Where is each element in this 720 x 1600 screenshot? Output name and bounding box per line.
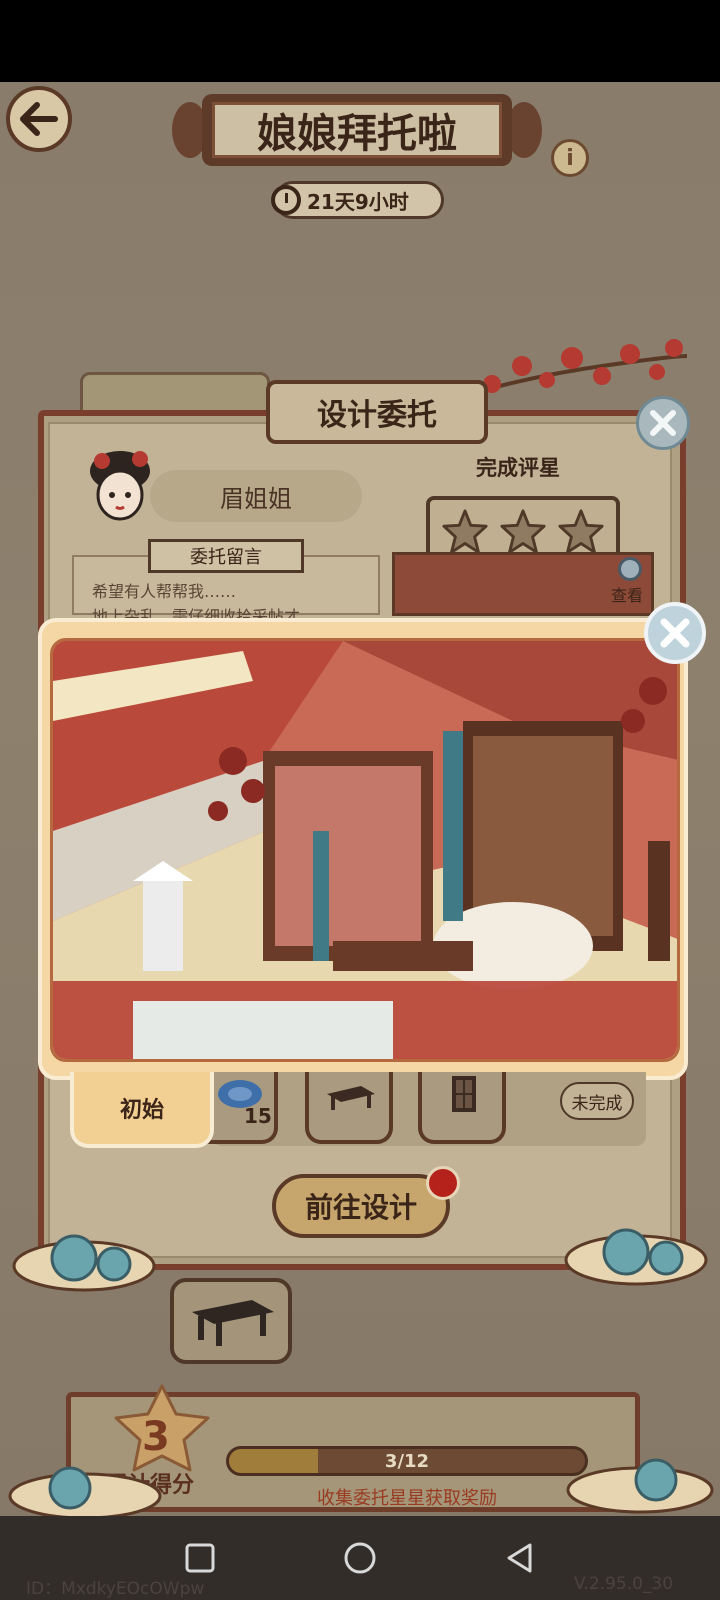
screen-icon: [452, 1076, 476, 1112]
npc-avatar: [90, 451, 150, 521]
page-title: 娘娘拜托啦: [212, 102, 502, 158]
version-text: V.2.95.0_30: [574, 1574, 674, 1594]
recent-apps-button[interactable]: [180, 1538, 220, 1578]
screen: 娘娘拜托啦 i 21天9小时 设计委托 眉姐姐 完成评星 委托留言 希望有人帮帮…: [0, 0, 720, 1600]
back-nav-button[interactable]: [500, 1538, 540, 1578]
room-scene: [53, 641, 677, 1059]
table-icon: [192, 1300, 274, 1346]
section-title: 设计委托: [266, 380, 488, 444]
user-id: ID：MxdkyEOcOWpw: [26, 1579, 205, 1599]
score-value: 3: [142, 1414, 170, 1460]
furniture-bubble[interactable]: [170, 1278, 292, 1364]
progress-text: 3/12: [384, 1450, 430, 1472]
home-button[interactable]: [340, 1538, 380, 1578]
timer-badge: 21天9小时: [271, 181, 444, 219]
cloud-ornament-right: [564, 1228, 708, 1286]
cloud-ornament-bottom-right: [566, 1458, 714, 1514]
star-icon: [442, 509, 488, 554]
preview-close-button[interactable]: [644, 602, 706, 664]
info-button[interactable]: i: [551, 139, 589, 177]
star-icon: [500, 509, 546, 554]
furniture-slot[interactable]: [418, 1072, 506, 1144]
slot-count: 15: [244, 1104, 272, 1128]
cloud-ornament-bottom-left: [8, 1466, 162, 1520]
go-design-button[interactable]: 前往设计: [272, 1174, 450, 1238]
status-bar: [0, 0, 720, 82]
notification-dot: [426, 1166, 460, 1200]
table-icon: [327, 1086, 375, 1110]
title-plate: 娘娘拜托啦: [172, 86, 542, 172]
cloud-ornament-left: [12, 1234, 156, 1292]
circle-icon: [344, 1542, 376, 1574]
progress-hint: 收集委托星星获取奖励: [317, 1488, 497, 1509]
furniture-slot[interactable]: [305, 1072, 393, 1144]
close-icon: [650, 410, 676, 436]
room-preview-image: [50, 638, 680, 1062]
triangle-back-icon: [507, 1543, 532, 1573]
tab-initial[interactable]: 初始: [70, 1072, 214, 1148]
message-text: 希望有人帮帮我……: [92, 582, 237, 601]
magnifier-icon: [618, 557, 642, 581]
back-button[interactable]: [6, 86, 72, 152]
npc-name: 眉姐姐: [150, 470, 362, 522]
star-icon: [558, 509, 604, 554]
close-icon: [660, 618, 690, 648]
timer-text: 21天9小时: [307, 189, 409, 214]
rating-label: 完成评星: [476, 456, 560, 480]
square-icon: [185, 1543, 215, 1573]
message-title: 委托留言: [148, 539, 304, 573]
view-label[interactable]: 查看: [611, 582, 643, 606]
status-badge: 未完成: [560, 1082, 634, 1120]
clock-icon: [271, 185, 301, 215]
panel-close-button[interactable]: [636, 396, 690, 450]
arrow-left-icon: [20, 102, 58, 136]
